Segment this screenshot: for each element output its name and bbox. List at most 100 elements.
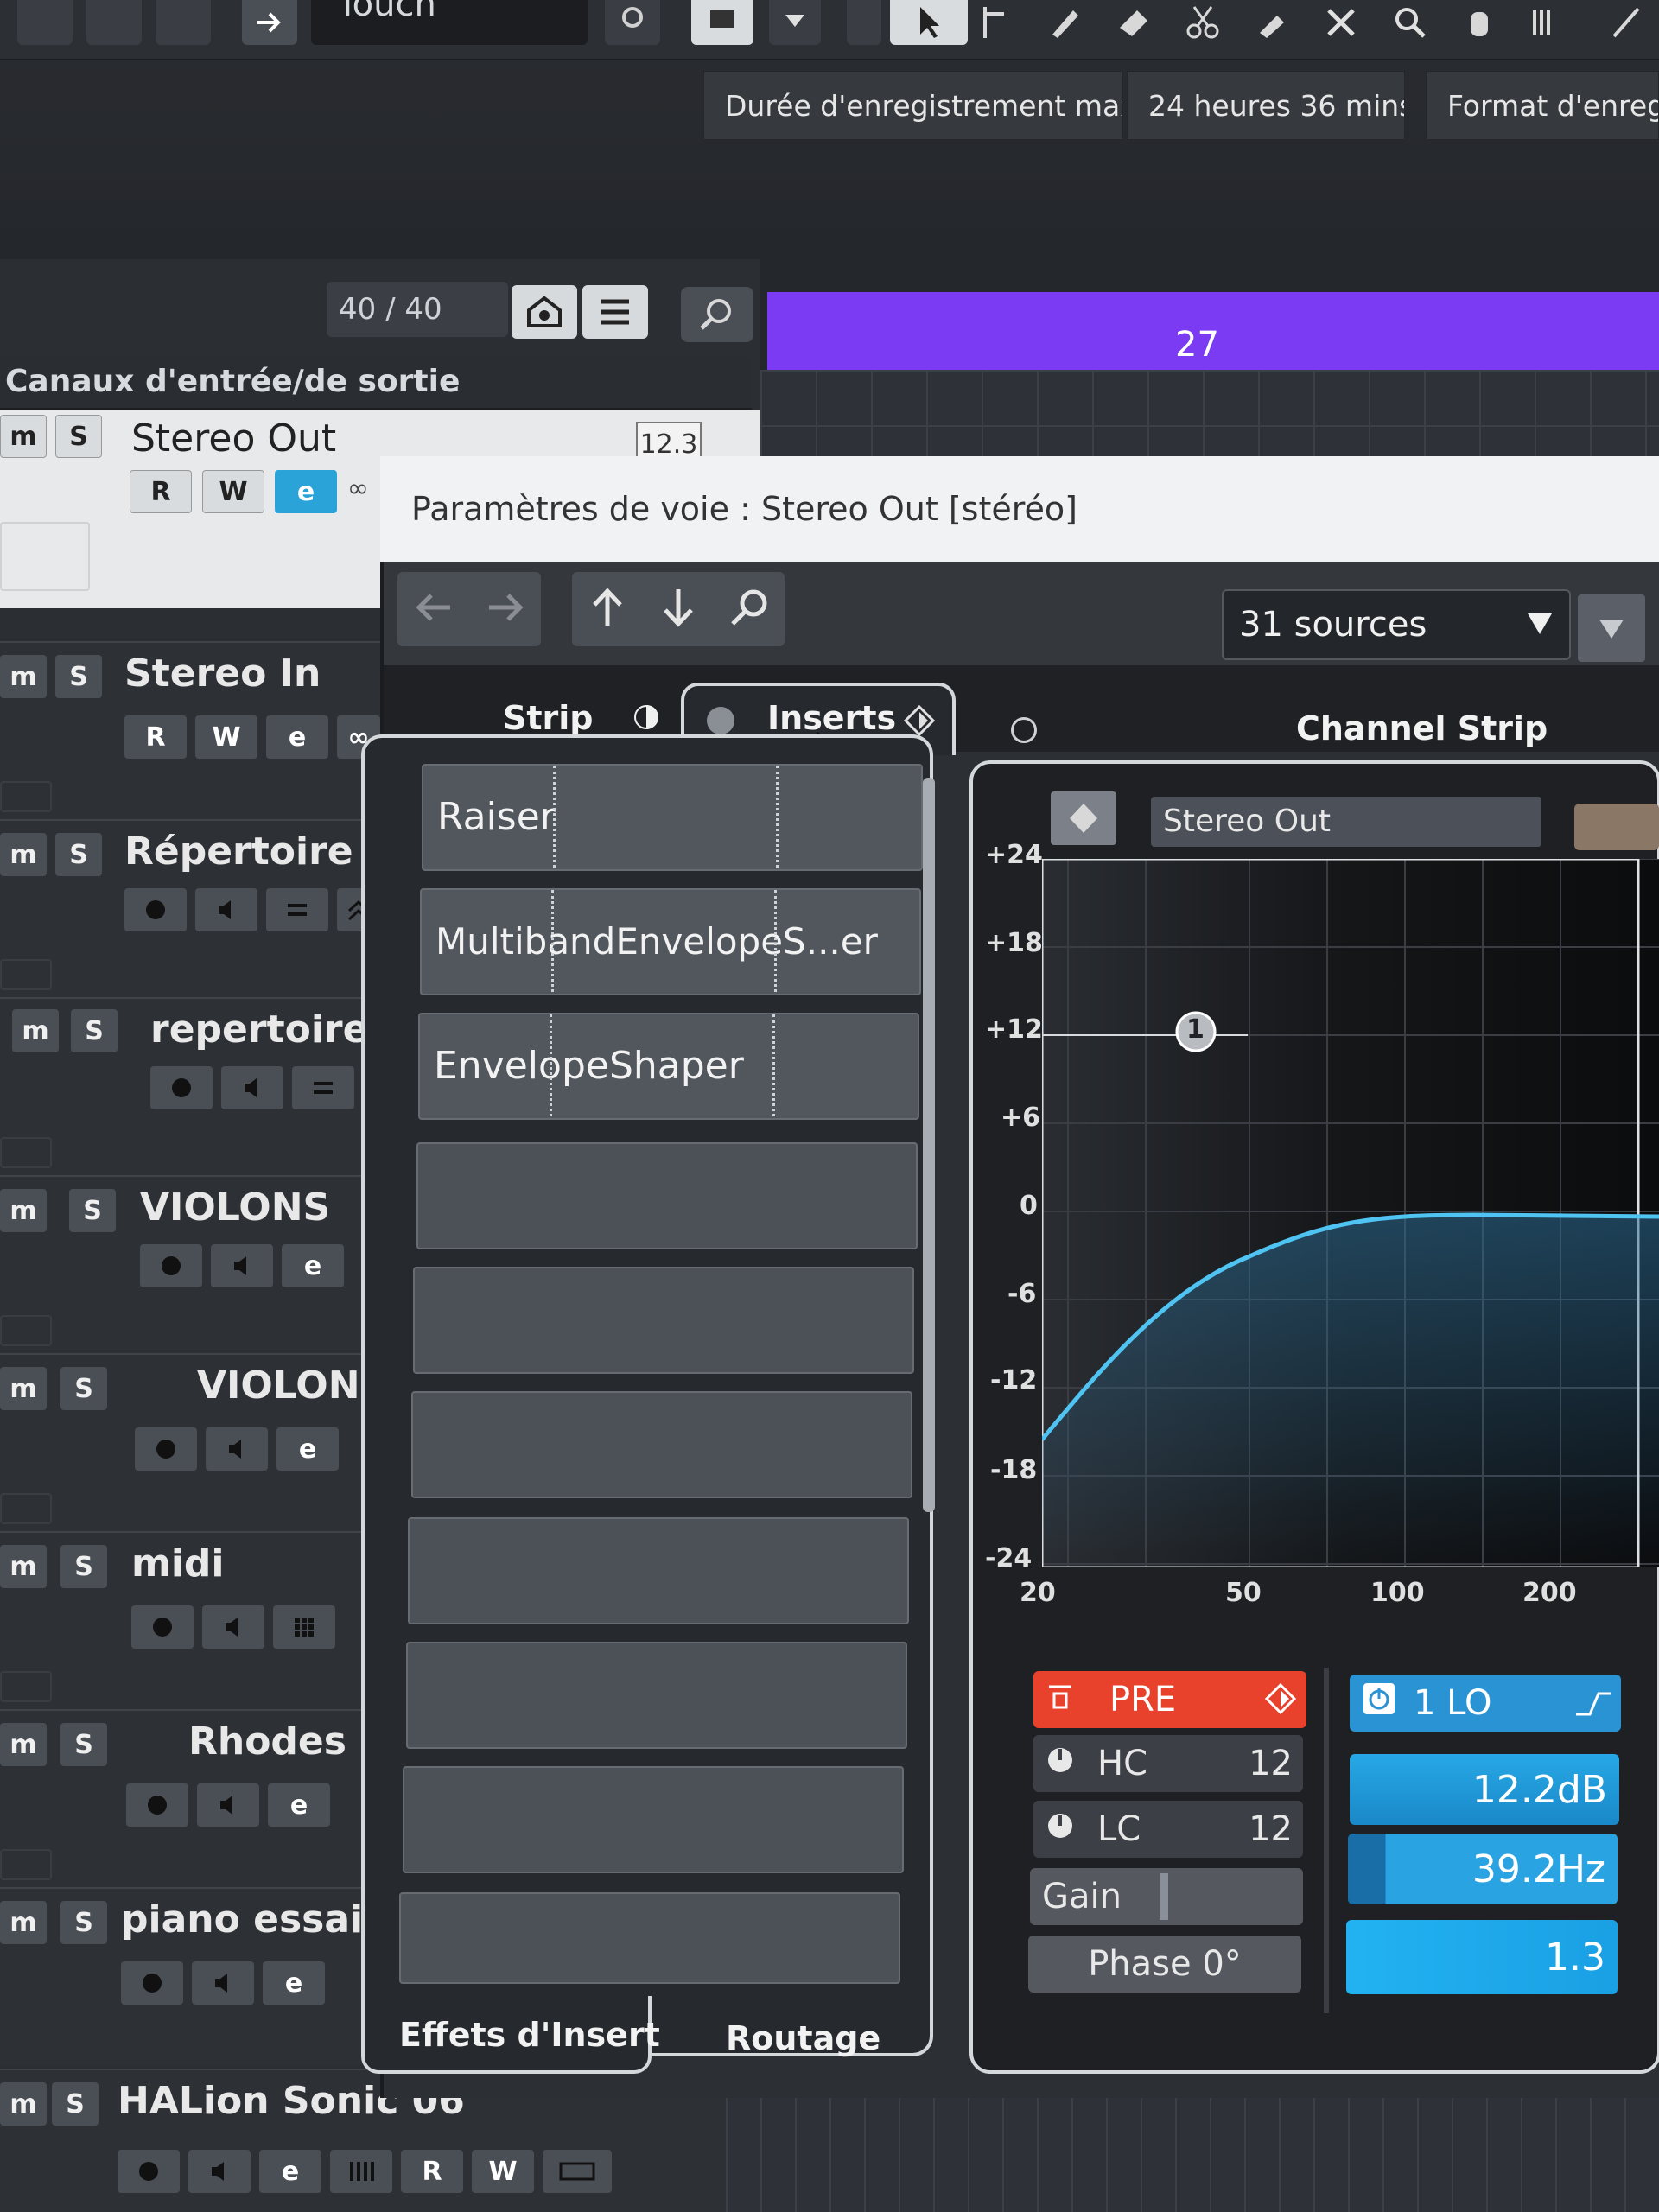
track-select-area[interactable] bbox=[0, 959, 52, 990]
mute-button[interactable]: m bbox=[0, 1545, 47, 1588]
up-arrow-icon[interactable] bbox=[586, 586, 629, 632]
automation-mode-select[interactable]: Touch▼ bbox=[311, 0, 588, 45]
line-icon[interactable] bbox=[1599, 0, 1654, 45]
track-select-area[interactable] bbox=[0, 522, 90, 591]
track-rhodes[interactable]: m S Rhodes e bbox=[0, 1709, 380, 1887]
keyboard-icon[interactable] bbox=[330, 2150, 392, 2193]
glue-icon[interactable] bbox=[1244, 0, 1300, 45]
toolbar-button[interactable] bbox=[17, 0, 73, 45]
track-piano-essaie[interactable]: m S piano essaie e bbox=[0, 1887, 389, 2065]
edit-channel-button[interactable]: e bbox=[268, 1783, 330, 1827]
band-1-frequency[interactable]: 39.2Hz bbox=[1348, 1834, 1618, 1904]
solo-button[interactable]: S bbox=[52, 2082, 99, 2126]
lanes-icon[interactable] bbox=[266, 888, 328, 931]
record-enable-icon[interactable] bbox=[131, 1605, 194, 1649]
mute-icon[interactable] bbox=[1313, 0, 1369, 45]
track-violons-1[interactable]: m S VIOLONS e bbox=[0, 1175, 380, 1353]
read-automation-button[interactable]: R bbox=[124, 715, 187, 759]
write-automation-button[interactable]: W bbox=[202, 470, 264, 513]
track-repertoire-folder[interactable]: m S Répertoire bbox=[0, 819, 380, 997]
edit-channel-button[interactable]: e bbox=[276, 1427, 339, 1471]
mute-button[interactable]: m bbox=[0, 833, 47, 876]
band-power-icon[interactable] bbox=[1362, 1681, 1396, 1725]
instrument-icon[interactable] bbox=[543, 2150, 612, 2193]
monitor-icon[interactable] bbox=[221, 1066, 283, 1109]
record-enable-icon[interactable] bbox=[124, 888, 187, 931]
toolbar-button[interactable] bbox=[156, 0, 211, 45]
insert-slot-4[interactable] bbox=[416, 1142, 918, 1249]
track-select-area[interactable] bbox=[0, 1137, 52, 1168]
track-violons-2[interactable]: m S VIOLONS e bbox=[0, 1353, 387, 1531]
insert-slot-1[interactable]: Raiser bbox=[422, 764, 923, 871]
chevron-down-icon[interactable] bbox=[1578, 594, 1645, 662]
record-enable-icon[interactable] bbox=[126, 1783, 188, 1827]
down-arrow-icon[interactable] bbox=[657, 586, 700, 632]
monitor-icon[interactable] bbox=[202, 1605, 264, 1649]
edit-channel-button[interactable]: e bbox=[263, 1961, 325, 2005]
monitor-icon[interactable] bbox=[211, 1244, 273, 1287]
record-enable-icon[interactable] bbox=[118, 2150, 180, 2193]
band-shape-icon[interactable] bbox=[1574, 1687, 1612, 1726]
track-presets-icon[interactable] bbox=[512, 285, 577, 339]
solo-button[interactable]: S bbox=[69, 1189, 116, 1232]
hc-slope-value[interactable]: 12 bbox=[1249, 1744, 1293, 1783]
pencil-icon[interactable] bbox=[1037, 0, 1092, 45]
toolbar-button[interactable] bbox=[86, 0, 142, 45]
track-menu-icon[interactable] bbox=[582, 285, 648, 339]
band-1-q[interactable]: 1.3 bbox=[1346, 1920, 1618, 1994]
mute-button[interactable]: m bbox=[12, 1009, 59, 1052]
comp-icon[interactable] bbox=[1521, 0, 1576, 45]
channel-color-swatch[interactable] bbox=[1574, 804, 1659, 850]
track-select-area[interactable] bbox=[0, 781, 52, 812]
track-select-area[interactable] bbox=[0, 1315, 52, 1346]
mute-button[interactable]: m bbox=[0, 1367, 47, 1410]
track-stereo-in[interactable]: m S Stereo In R W e ∞ bbox=[0, 641, 380, 819]
track-select-area[interactable] bbox=[0, 1671, 52, 1702]
band-1-gain[interactable]: 12.2dB bbox=[1350, 1754, 1619, 1825]
write-automation-button[interactable]: W bbox=[472, 2150, 534, 2193]
search-icon[interactable] bbox=[681, 287, 753, 342]
search-icon[interactable] bbox=[728, 586, 771, 632]
mute-button[interactable]: m bbox=[0, 1723, 47, 1766]
zoom-icon[interactable] bbox=[1382, 0, 1438, 45]
io-channels-folder[interactable]: Canaux d'entrée/de sortie bbox=[0, 354, 752, 410]
track-select-area[interactable] bbox=[0, 1493, 52, 1524]
power-icon[interactable] bbox=[1046, 1744, 1075, 1783]
strip-toggle-icon[interactable] bbox=[631, 702, 662, 736]
power-icon[interactable] bbox=[1046, 1809, 1075, 1849]
insert-slot-9[interactable] bbox=[403, 1766, 904, 1873]
sources-select[interactable]: 31 sources bbox=[1222, 589, 1571, 660]
edit-channel-button[interactable]: e bbox=[275, 470, 337, 513]
insert-slot-10[interactable] bbox=[399, 1892, 900, 1984]
edit-channel-button[interactable]: e bbox=[259, 2150, 321, 2193]
edit-channel-button[interactable]: e bbox=[282, 1244, 344, 1287]
insert-slot-7[interactable] bbox=[408, 1517, 909, 1624]
pre-section-toggle[interactable]: PRE bbox=[1033, 1671, 1306, 1728]
edit-mode-icon[interactable] bbox=[605, 0, 660, 45]
read-automation-button[interactable]: R bbox=[130, 470, 192, 513]
hand-icon[interactable] bbox=[1452, 0, 1507, 45]
lanes-icon[interactable] bbox=[292, 1066, 354, 1109]
forward-arrow-icon[interactable] bbox=[484, 590, 527, 628]
scissors-icon[interactable] bbox=[1175, 0, 1230, 45]
eq-curve-display[interactable]: 1 bbox=[1042, 859, 1659, 1567]
lc-slope-value[interactable]: 12 bbox=[1249, 1809, 1293, 1849]
record-enable-icon[interactable] bbox=[121, 1961, 183, 2005]
chevron-down-icon[interactable] bbox=[769, 0, 821, 45]
phase-button[interactable]: Phase 0° bbox=[1028, 1936, 1301, 1993]
arrow-icon[interactable] bbox=[890, 0, 968, 45]
edit-channel-button[interactable]: e bbox=[266, 715, 328, 759]
band-1-header[interactable]: 1 LO bbox=[1350, 1675, 1621, 1732]
pre-settings-icon[interactable] bbox=[1264, 1682, 1297, 1723]
solo-button[interactable]: S bbox=[60, 1901, 107, 1944]
record-enable-icon[interactable] bbox=[135, 1427, 197, 1471]
eraser-icon[interactable] bbox=[1106, 0, 1161, 45]
tab-insert-effects[interactable]: Effets d'Insert bbox=[399, 1996, 660, 2074]
solo-button[interactable]: S bbox=[55, 415, 102, 458]
inserts-bypass-icon[interactable] bbox=[707, 707, 734, 734]
track-select-area[interactable] bbox=[0, 1849, 52, 1880]
tab-routing[interactable]: Routage bbox=[726, 1999, 880, 2077]
channel-strip-bypass-icon[interactable] bbox=[1011, 717, 1037, 743]
window-title-bar[interactable]: Paramètres de voie : Stereo Out [stéréo] bbox=[380, 456, 1659, 562]
monitor-icon[interactable] bbox=[195, 888, 257, 931]
